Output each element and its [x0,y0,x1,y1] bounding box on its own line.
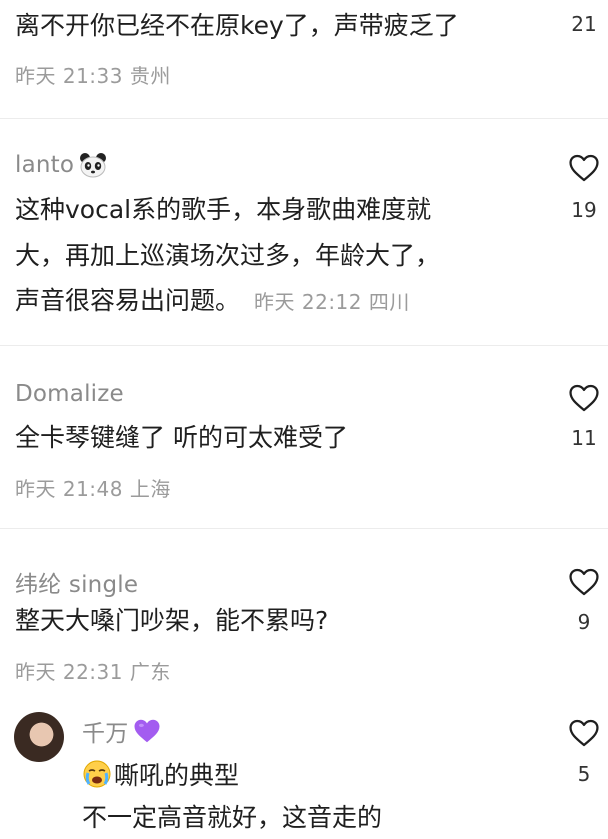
comment-text-line: 嘶吼的典型 [114,761,240,790]
like-count: 21 [571,12,597,36]
username-text: 纬纶 single [15,572,139,598]
comment-meta: 昨天 21:33 贵州 [15,64,171,88]
comment-username[interactable]: Domalize [15,381,124,407]
divider [0,345,608,346]
like-button[interactable] [564,150,604,186]
comment-meta: 昨天 21:48 上海 [15,477,171,501]
heart-outline-icon [569,384,599,412]
comment-username[interactable]: lanto [15,150,108,180]
heart-outline-icon [569,154,599,182]
comment-text: 声音很容易出问题。 昨天 22:12 四川 [15,280,410,323]
comment-text: 这种vocal系的歌手，本身歌曲难度就 [15,195,432,224]
like-count: 9 [577,610,591,634]
like-count: 11 [571,426,597,450]
like-button[interactable] [564,380,604,416]
comment-username[interactable]: 纬纶 single [15,565,138,599]
username-text: lanto [15,152,75,178]
panda-icon [78,150,108,180]
divider [0,528,608,529]
like-button[interactable] [564,564,604,600]
crying-face-icon [82,758,112,788]
comment-text: 大，再加上巡演场次过多，年龄大了， [15,241,441,270]
like-button[interactable] [564,715,604,751]
like-count: 19 [571,198,597,222]
username-text: 千万 [82,721,129,747]
comment-text: 不一定高音就好，这音走的 [82,803,383,832]
comment-username[interactable]: 千万 [82,714,162,748]
heart-outline-icon [569,568,599,596]
comment-text: 整天大嗓门吵架，能不累吗? [15,606,329,635]
like-count: 5 [577,762,591,786]
comment-meta: 昨天 22:31 广东 [15,660,171,684]
purple-heart-icon [132,716,162,746]
username-text: Domalize [15,381,124,407]
heart-outline-icon [569,719,599,747]
avatar[interactable] [14,712,64,762]
divider [0,118,608,119]
comment-text: 离不开你已经不在原key了，声带疲乏了 [15,11,459,40]
comment-text: 嘶吼的典型 [82,755,239,797]
comment-meta: 昨天 22:12 四川 [254,290,410,314]
comment-text: 全卡琴键缝了 听的可太难受了 [15,423,348,452]
comment-text-line: 声音很容易出问题。 [15,286,241,315]
